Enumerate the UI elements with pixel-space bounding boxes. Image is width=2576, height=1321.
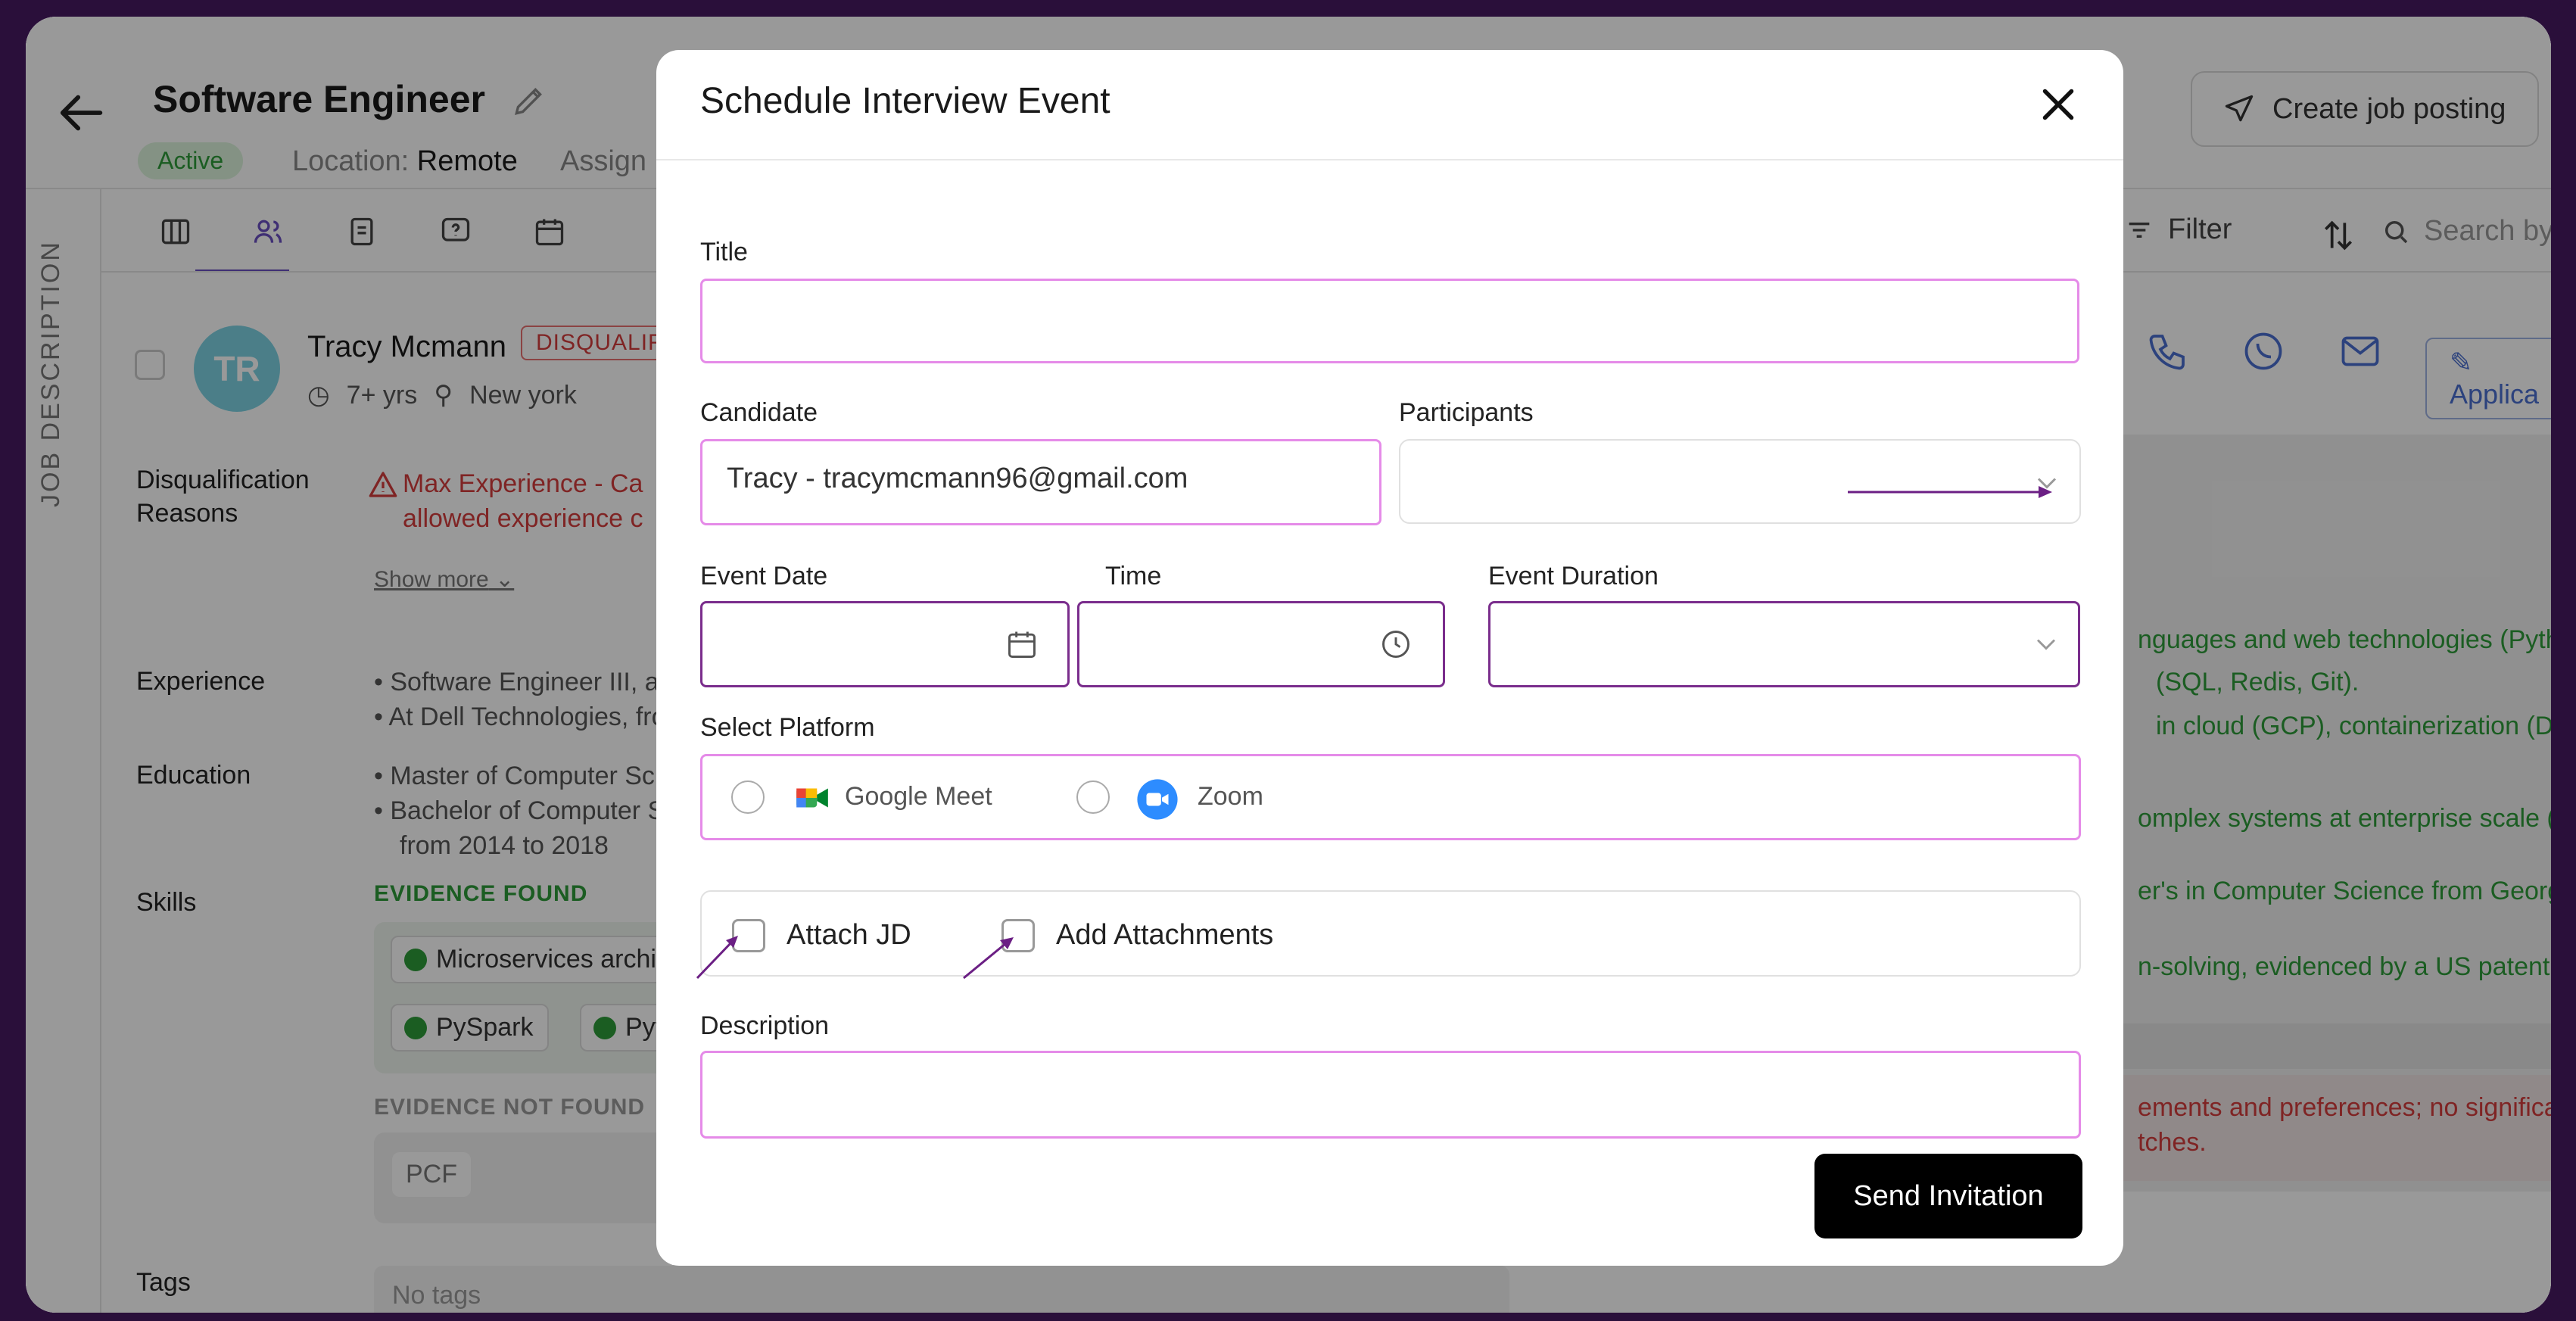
annotation-arrow-icon xyxy=(696,936,738,980)
attach-jd-label: Attach JD xyxy=(787,919,911,951)
platform-selector: Google Meet Zoom xyxy=(700,754,2081,840)
google-meet-radio[interactable] xyxy=(731,780,765,814)
google-meet-label: Google Meet xyxy=(845,782,992,811)
modal-title: Schedule Interview Event xyxy=(700,81,1110,121)
participants-label: Participants xyxy=(1399,398,1534,427)
title-label: Title xyxy=(700,238,748,266)
zoom-icon xyxy=(1137,779,1178,820)
participants-dropdown[interactable] xyxy=(1399,439,2081,524)
zoom-radio[interactable] xyxy=(1076,780,1110,814)
attachments-row: Attach JD Add Attachments xyxy=(700,890,2081,977)
time-label: Time xyxy=(1105,562,1162,590)
send-invitation-button[interactable]: Send Invitation xyxy=(1814,1154,2082,1238)
modal-divider xyxy=(656,159,2123,160)
chevron-down-icon xyxy=(2036,639,2056,650)
browser-frame: Software Engineer Active Location: Remot… xyxy=(26,17,2551,1313)
candidate-field[interactable]: Tracy - tracymcmann96@gmail.com xyxy=(700,439,1381,525)
add-attachments-label: Add Attachments xyxy=(1056,919,1274,951)
event-date-input[interactable] xyxy=(700,601,1070,687)
annotation-arrow-icon xyxy=(963,937,1014,980)
close-icon[interactable] xyxy=(2036,82,2081,127)
select-platform-label: Select Platform xyxy=(700,713,875,742)
calendar-icon xyxy=(1008,631,1036,658)
duration-label: Event Duration xyxy=(1488,562,1659,590)
description-input[interactable] xyxy=(700,1051,2081,1139)
event-date-label: Event Date xyxy=(700,562,828,590)
google-meet-icon xyxy=(796,788,828,808)
schedule-interview-modal: Schedule Interview Event Title Candidate… xyxy=(656,50,2123,1266)
time-input[interactable] xyxy=(1077,601,1445,687)
description-label: Description xyxy=(700,1011,830,1040)
clock-icon xyxy=(1382,631,1409,658)
annotation-arrow-icon xyxy=(1848,486,2052,498)
title-input[interactable] xyxy=(700,279,2079,363)
zoom-label: Zoom xyxy=(1198,782,1263,811)
candidate-value: Tracy - tracymcmann96@gmail.com xyxy=(727,463,1188,494)
candidate-label: Candidate xyxy=(700,398,818,427)
event-duration-dropdown[interactable] xyxy=(1488,601,2080,687)
